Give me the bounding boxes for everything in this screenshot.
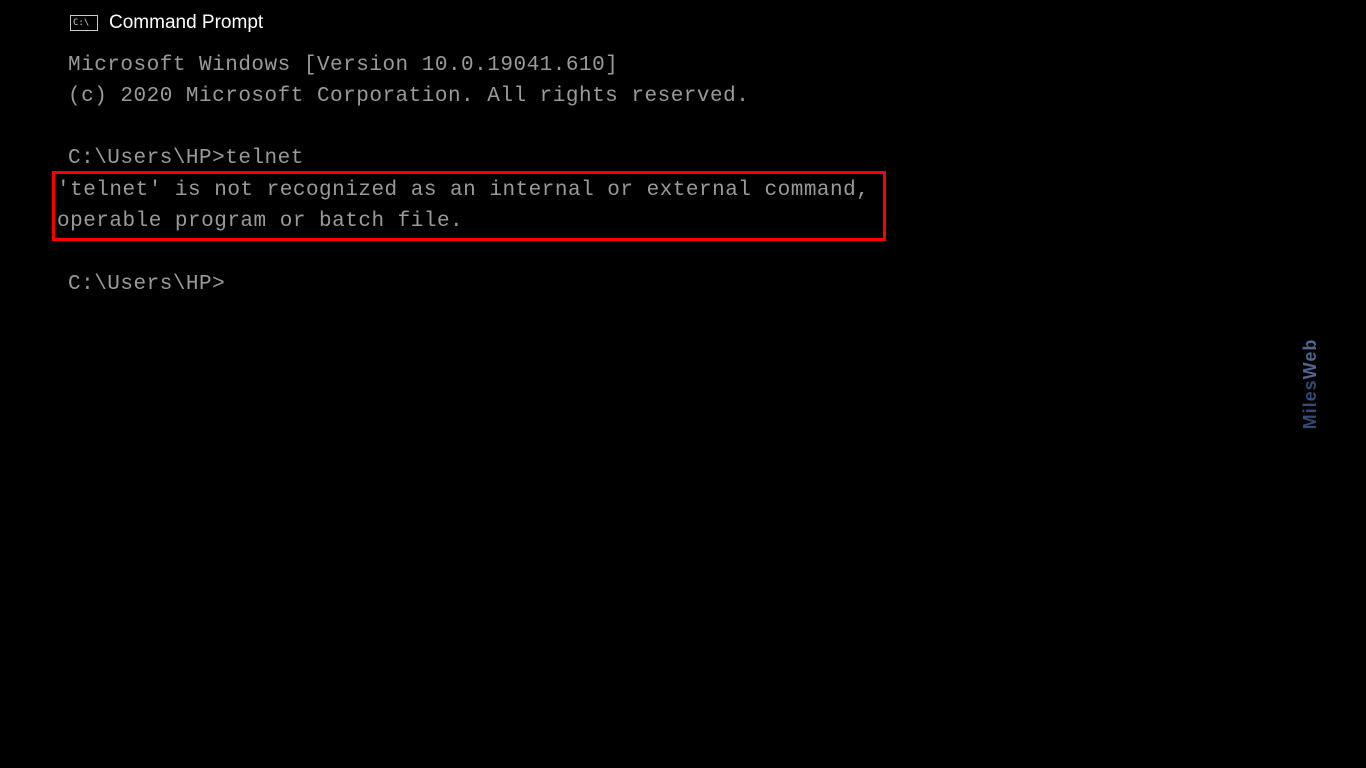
copyright-line: (c) 2020 Microsoft Corporation. All righ… — [68, 81, 1366, 112]
watermark: MilesWeb — [1300, 339, 1321, 430]
version-line: Microsoft Windows [Version 10.0.19041.61… — [68, 50, 1366, 81]
window-title: Command Prompt — [109, 12, 263, 34]
error-line-1: 'telnet' is not recognized as an interna… — [57, 175, 869, 206]
command-prompt-icon: C:\ — [70, 15, 98, 31]
prompt-line-1: C:\Users\HP>telnet — [68, 143, 1366, 174]
error-line-2: operable program or batch file. — [57, 206, 869, 237]
terminal-output[interactable]: Microsoft Windows [Version 10.0.19041.61… — [0, 42, 1366, 300]
prompt-line-2: C:\Users\HP> — [68, 269, 1366, 300]
prompt-path: C:\Users\HP> — [68, 273, 225, 296]
prompt-path: C:\Users\HP> — [68, 147, 225, 170]
blank-line — [68, 112, 1366, 143]
blank-line — [68, 238, 1366, 269]
watermark-text-1: Miles — [1300, 379, 1320, 429]
error-highlight-box: 'telnet' is not recognized as an interna… — [52, 171, 886, 241]
command-input: telnet — [225, 147, 304, 170]
titlebar: C:\ Command Prompt — [0, 0, 1366, 42]
watermark-text-2: Web — [1300, 339, 1320, 380]
